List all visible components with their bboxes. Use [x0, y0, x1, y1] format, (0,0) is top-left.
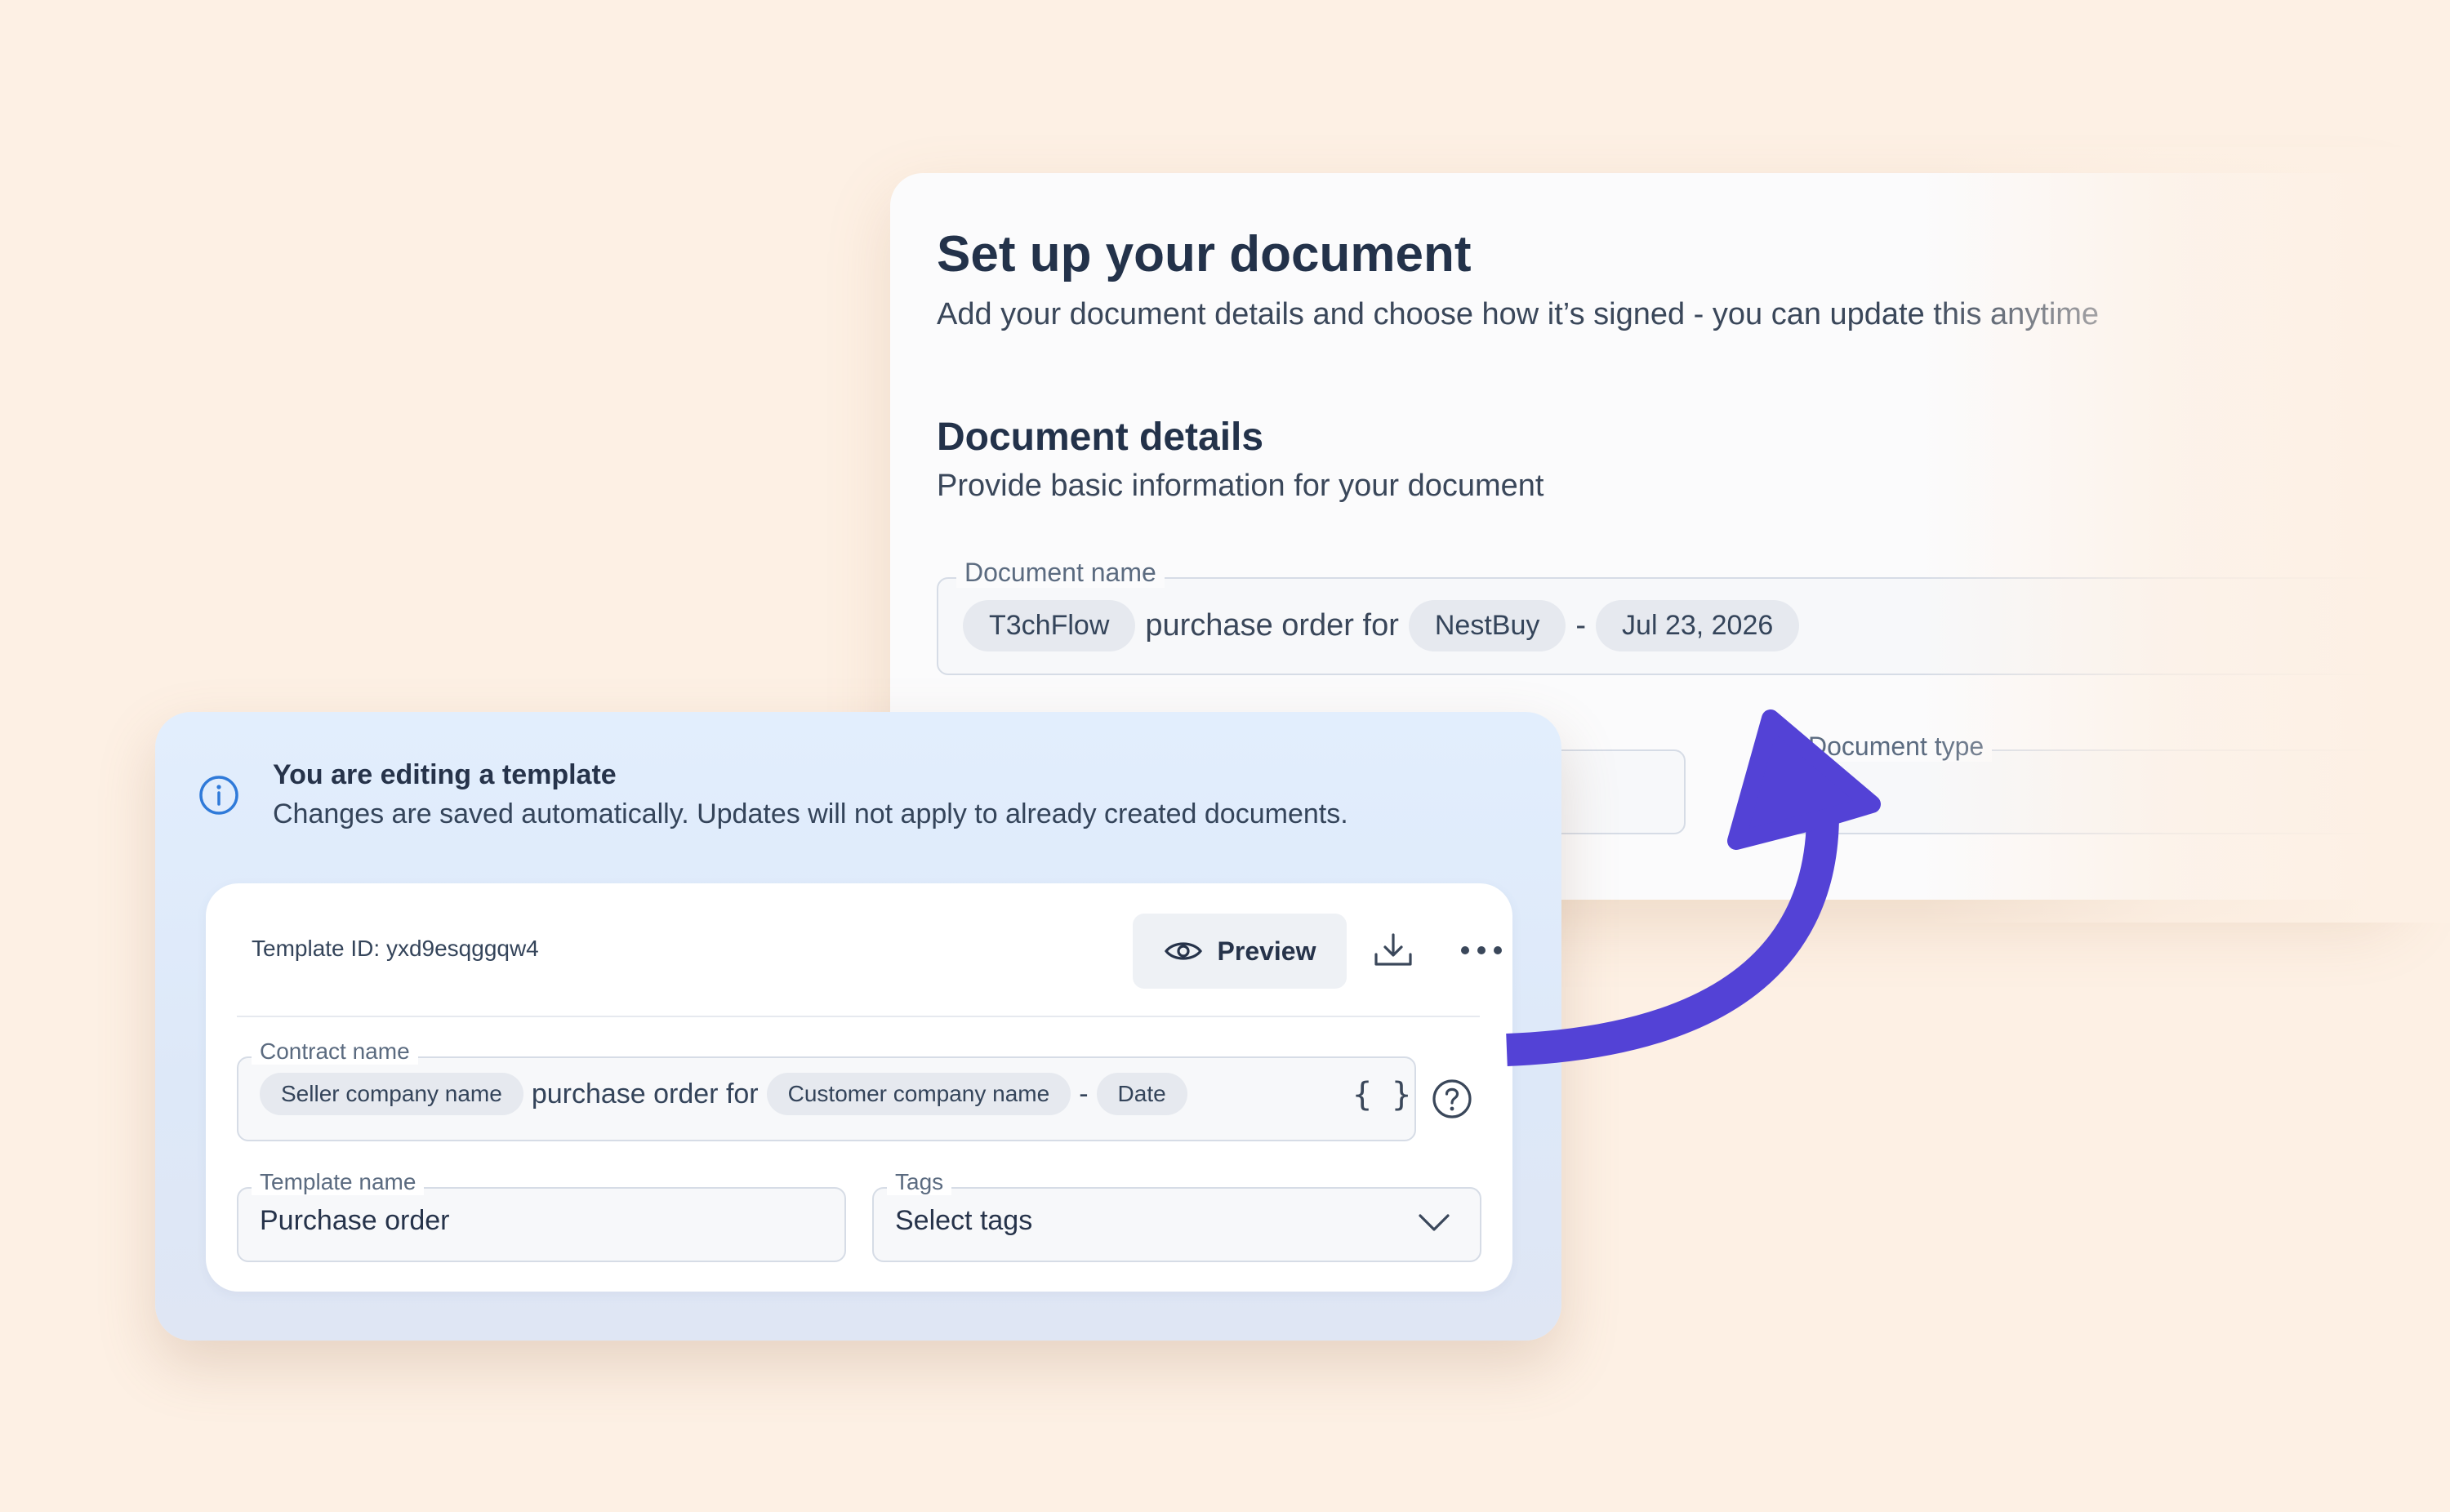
arrow-graphic — [1506, 709, 1881, 1066]
